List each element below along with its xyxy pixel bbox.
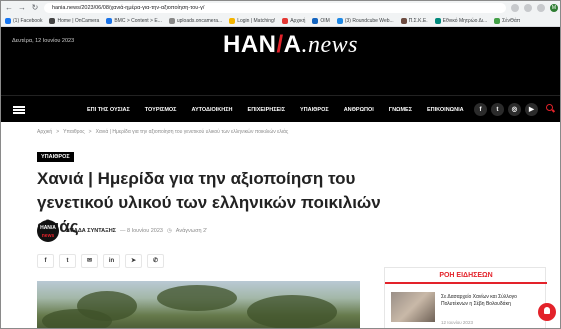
- bookmark-label: OIM: [320, 17, 330, 24]
- breadcrumb: Αρχική > Υπαιθρος > Χανιά | Ημερίδα για την …: [37, 129, 289, 135]
- breadcrumb-home[interactable]: Αρχική: [37, 129, 52, 135]
- menu-item[interactable]: ΕΠΙΧΕΙΡΗΣΕΙΣ: [248, 107, 285, 113]
- hamburger-menu-icon[interactable]: [13, 106, 25, 114]
- bookmark-item[interactable]: Εθνικό Μητρώο Δι...: [434, 17, 488, 24]
- bookmark-item[interactable]: Login | Matching!: [229, 17, 276, 24]
- back-icon[interactable]: ←: [5, 1, 13, 15]
- bookmark-item[interactable]: ΣένΘάπ: [494, 17, 521, 24]
- bookmark-item[interactable]: uploads.oncamera...: [168, 17, 223, 24]
- bookmark-favicon-icon: [49, 17, 56, 24]
- bookmark-item[interactable]: BMC > Content > E...: [106, 17, 162, 24]
- bookmark-label: Εθνικό Μητρώο Δι...: [442, 17, 488, 24]
- instagram-icon[interactable]: ◎: [508, 103, 521, 116]
- url-field[interactable]: hania.news/2023/06/08/χανιά-ημέρα-για-τη…: [44, 3, 506, 13]
- menu-item[interactable]: ΑΝΘΡΩΠΟΙ: [344, 107, 374, 113]
- bookmark-item[interactable]: (3) Roundcube Web...: [336, 17, 394, 24]
- bookmark-label: (1) Facebook: [13, 17, 43, 24]
- logo-tail: A: [283, 31, 302, 58]
- menu-item[interactable]: ΕΠΙ ΤΗΣ ΟΥΣΙΑΣ: [87, 107, 130, 113]
- extensions-icon[interactable]: [537, 4, 545, 12]
- star-icon[interactable]: [524, 4, 532, 12]
- bookmark-item[interactable]: OIM: [312, 17, 330, 24]
- share-buttons: f t ✉ in ➤ ✆: [37, 254, 164, 268]
- breadcrumb-current: Χανιά | Ημερίδα για την αξιοποίηση του γ…: [95, 129, 289, 135]
- main-menu: ΕΠΙ ΤΗΣ ΟΥΣΙΑΣ ΤΟΥΡΙΣΜΟΣ ΑΥΤΟΔΙΟΙΚΗΣΗ ΕΠΙΧΕ…: [87, 96, 464, 123]
- menu-item[interactable]: ΤΟΥΡΙΣΜΟΣ: [145, 107, 177, 113]
- article-featured-image: [37, 281, 360, 328]
- breadcrumb-category[interactable]: Υπαιθρος: [63, 129, 85, 135]
- forward-icon[interactable]: →: [18, 1, 26, 15]
- bookmark-favicon-icon: [106, 17, 113, 24]
- bookmark-favicon-icon: [494, 17, 501, 24]
- site-logo[interactable]: HAN/A.news: [223, 31, 358, 59]
- menu-item[interactable]: ΥΠΑΙΘΡΟΣ: [300, 107, 329, 113]
- bookmark-label: BMC > Content > E...: [114, 17, 162, 24]
- bookmark-favicon-icon: [229, 17, 236, 24]
- category-badge[interactable]: ΥΠΑΙΘΡΟΣ: [37, 152, 74, 162]
- bookmark-label: (3) Roundcube Web...: [344, 17, 394, 24]
- logo-suffix: .news: [301, 32, 359, 58]
- reading-time: Ανάγνωση 2': [175, 228, 208, 234]
- avatar-logo-top: HAN/A: [40, 225, 56, 231]
- notification-bell-icon[interactable]: [538, 303, 556, 321]
- news-feed-headline[interactable]: Σε Δασαρχείο Χανίων και Σύλλογο Πολυτέκν…: [441, 294, 541, 308]
- bookmark-favicon-icon: [282, 17, 289, 24]
- bookmark-item[interactable]: Π.Σ.Κ.Ε.: [400, 17, 428, 24]
- bookmark-favicon-icon: [434, 17, 441, 24]
- bookmark-item[interactable]: (1) Facebook: [5, 17, 43, 24]
- search-icon[interactable]: [546, 104, 553, 111]
- menu-item[interactable]: ΑΥΤΟΔΙΟΙΚΗΣΗ: [191, 107, 232, 113]
- clock-icon: ◷: [166, 228, 172, 234]
- news-feed-title: ΡΟΗ ΕΙΔΗΣΕΩΝ: [385, 268, 547, 284]
- twitter-icon[interactable]: t: [491, 103, 504, 116]
- share-whatsapp-icon[interactable]: ✆: [147, 254, 164, 268]
- share-email-icon[interactable]: ✉: [81, 254, 98, 268]
- bookmark-label: ΣένΘάπ: [502, 17, 521, 24]
- facebook-icon[interactable]: f: [474, 103, 487, 116]
- main-menu-bar: ΕΠΙ ΤΗΣ ΟΥΣΙΑΣ ΤΟΥΡΙΣΜΟΣ ΑΥΤΟΔΙΟΙΚΗΣΗ ΕΠΙΧΕ…: [1, 95, 560, 123]
- bookmark-item[interactable]: Αρχική: [282, 17, 306, 24]
- share-twitter-icon[interactable]: t: [59, 254, 76, 268]
- bookmark-label: uploads.oncamera...: [176, 17, 223, 24]
- browser-window: ← → ↻ hania.news/2023/06/08/χανιά-ημέρα-…: [0, 0, 561, 329]
- news-feed-date: 12 Ιουνίου 2023: [441, 320, 473, 325]
- bookmark-favicon-icon: [312, 17, 319, 24]
- bookmark-label: Αρχική: [290, 17, 306, 24]
- bookmark-label: Π.Σ.Κ.Ε.: [408, 17, 428, 24]
- author-avatar[interactable]: HAN/A news: [37, 220, 59, 242]
- bookmark-label: Home | OnCamera: [57, 17, 100, 24]
- logo-slash: /: [276, 31, 284, 58]
- bookmark-favicon-icon: [336, 17, 343, 24]
- bookmark-label: Login | Matching!: [237, 17, 276, 24]
- header-date: Δευτέρα, 12 Ιουνίου 2023: [12, 38, 75, 44]
- share-facebook-icon[interactable]: f: [37, 254, 54, 268]
- reload-icon[interactable]: ↻: [31, 1, 39, 15]
- bookmark-item[interactable]: Home | OnCamera: [49, 17, 100, 24]
- profile-avatar[interactable]: M: [550, 4, 558, 12]
- address-bar: ← → ↻ hania.news/2023/06/08/χανιά-ημέρα-…: [1, 1, 560, 15]
- bookmark-favicon-icon: [168, 17, 175, 24]
- author-name[interactable]: ΟΜΑΔΑ ΣΥΝΤΑΞΗΣ: [65, 228, 116, 234]
- bookmark-favicon-icon: [5, 17, 11, 24]
- news-feed-thumbnail[interactable]: [391, 292, 435, 322]
- menu-item[interactable]: ΓΝΩΜΕΣ: [389, 107, 412, 113]
- share-telegram-icon[interactable]: ➤: [125, 254, 142, 268]
- share-linkedin-icon[interactable]: in: [103, 254, 120, 268]
- logo-main: HAN: [223, 31, 277, 58]
- youtube-icon[interactable]: ▶: [525, 103, 538, 116]
- menu-item[interactable]: ΕΠΙΚΟΙΝΩΝΙΑ: [427, 107, 464, 113]
- publish-date: — 8 Ιουνίου 2023: [119, 228, 163, 234]
- avatar-logo-bottom: news: [41, 233, 55, 239]
- bookmark-favicon-icon: [400, 17, 407, 24]
- share-icon[interactable]: [511, 4, 519, 12]
- news-feed-widget: ΡΟΗ ΕΙΔΗΣΕΩΝ Σε Δασαρχείο Χανίων και Σύλ…: [384, 267, 547, 328]
- article-byline: HAN/A news ΟΜΑΔΑ ΣΥΝΤΑΞΗΣ — 8 Ιουνίου 202…: [37, 220, 207, 242]
- bookmarks-bar: (1) Facebook Home | OnCamera BMC > Content…: [1, 15, 560, 27]
